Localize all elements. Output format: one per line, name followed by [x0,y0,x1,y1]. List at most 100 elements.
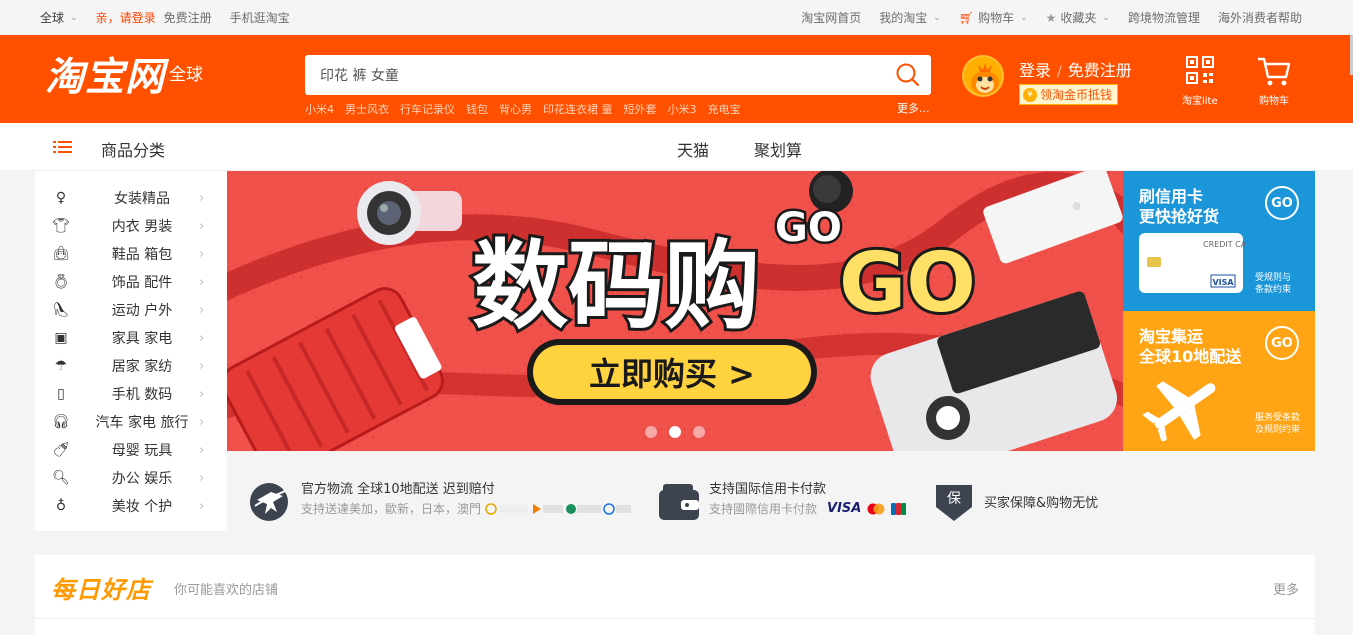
more-hot-words-link[interactable]: 更多... [897,100,930,116]
svg-text:数码购: 数码购 [472,230,760,342]
category-item-home[interactable]: ☂ 居家 家纺 › [35,352,227,380]
login-link[interactable]: 亲，请登录 [96,9,156,26]
carousel-dot-active[interactable] [669,426,681,438]
umbrella-icon: ☂ [54,358,68,374]
category-item-furniture[interactable]: ▣ 家具 家电 › [35,324,227,352]
service-strip: 官方物流 全球10地配送 迟到赔付 支持送達美加，歐新，日本，澳門 支持国际信用… [227,451,1315,531]
svg-text:VISA: VISA [1212,278,1234,287]
bottle-icon: 🍼︎ [52,442,70,458]
visa-logo: VISA [827,501,862,516]
help-link[interactable]: 海外消费者帮助 [1218,9,1302,26]
hot-word[interactable]: 行车记录仪 [400,101,455,117]
chevron-right-icon: › [199,330,205,346]
service-sub: 支持送達美加，歐新，日本，澳門 [301,501,633,517]
credit-card-promo[interactable]: 刷信用卡更快抢好货 GO CREDIT CARD VISA 受规则与条款约束 [1123,171,1315,311]
chevron-right-icon: › [199,302,205,318]
promo-note-line: 服务受条款 [1255,413,1301,423]
category-label: 母婴 玩具 [111,443,173,459]
avatar[interactable] [962,55,1004,97]
logo-text: 淘宝网 [45,54,166,100]
consolidation-promo[interactable]: 淘宝集运 全球10地配送 GO 服务受条款 及规则约束 [1123,311,1315,451]
chevron-down-icon: ⌄ [1020,12,1028,23]
header-cart-button[interactable]: 购物车 [1256,55,1292,107]
service-buyer-protection[interactable]: 保 买家保障&购物无忧 [932,483,1098,523]
logo-sub: 全球 [169,65,204,85]
logistics-link[interactable]: 跨境物流管理 [1128,9,1200,26]
search-input[interactable] [305,55,875,95]
airplane-icon [1142,381,1216,441]
svg-text:GO: GO [775,205,842,251]
hot-word[interactable]: 男士风衣 [345,101,389,117]
daily-shops-title: 每日好店 [51,576,151,604]
category-item-sports[interactable]: 👠︎ 运动 户外 › [35,296,227,324]
register-link[interactable]: 免费注册 [164,9,212,26]
category-label: 女装精品 [114,191,170,207]
hot-word[interactable]: 充电宝 [708,101,741,117]
hot-word[interactable]: 小米4 [305,101,334,117]
chevron-down-icon: ⌄ [933,12,941,23]
category-item-digital[interactable]: ▯ 手机 数码 › [35,380,227,408]
category-label: 汽车 家电 旅行 [95,415,189,431]
cart-label: 购物车 [978,11,1015,25]
carousel-dot[interactable] [693,426,705,438]
header-login-link[interactable]: 登录 [1019,61,1051,80]
category-item-shoes[interactable]: 👜︎ 鞋品 箱包 › [35,240,227,268]
category-item-baby[interactable]: 🍼︎ 母婴 玩具 › [35,436,227,464]
category-label: 家具 家电 [111,331,173,347]
svg-text:CREDIT CARD: CREDIT CARD [1203,240,1245,249]
category-item-office[interactable]: 🔍︎ 办公 娱乐 › [35,464,227,492]
coin-button[interactable]: ¥ 领淘金币抵钱 [1019,84,1119,105]
divider [35,618,1315,619]
hot-word[interactable]: 背心男 [499,101,532,117]
service-title: 官方物流 全球10地配送 迟到赔付 [301,482,495,497]
cart-link[interactable]: 🛒︎ 购物车 ⌄ [959,9,1028,26]
hot-word[interactable]: 钱包 [466,101,488,117]
service-sub-text: 支持國際信用卡付款 [709,502,818,516]
category-menu-title[interactable]: 商品分类 [101,137,165,161]
credit-card-icon: CREDIT CARD VISA [1139,233,1245,293]
promo-title-line: 更快抢好货 [1139,207,1220,226]
tab-juhuasuan[interactable]: 聚划算 [754,137,802,161]
category-item-auto[interactable]: 🎧︎ 汽车 家电 旅行 › [35,408,227,436]
hot-words: 小米4 男士风衣 行车记录仪 钱包 背心男 印花连衣裙 童 短外套 小米3 充电… [305,101,752,117]
category-item-beauty[interactable]: ♁ 美妆 个护 › [35,492,227,520]
chevron-right-icon: › [199,386,205,402]
go-badge: GO [1265,326,1299,360]
mobile-link[interactable]: 手机逛淘宝 [230,9,290,26]
search-icon[interactable] [895,62,921,88]
hot-word[interactable]: 印花连衣裙 童 [543,101,613,117]
header-cart-label: 购物车 [1259,96,1289,107]
category-item-accessories[interactable]: 💍︎ 饰品 配件 › [35,268,227,296]
coin-icon: ¥ [1023,87,1037,102]
magnifier-icon: 🔍︎ [52,470,70,486]
category-label: 内衣 男装 [111,219,173,235]
chevron-right-icon: › [199,190,205,206]
shield-icon: 保 [936,485,972,521]
plane-globe-icon [250,483,288,521]
favorites-link[interactable]: ★ 收藏夹 ⌄ [1046,9,1110,26]
header-register-link[interactable]: 免费注册 [1068,61,1132,80]
chevron-right-icon: › [199,414,205,430]
daily-shops-hint: 你可能喜欢的店铺 [174,583,279,598]
service-logistics[interactable]: 官方物流 全球10地配送 迟到赔付 支持送達美加，歐新，日本，澳門 [249,482,633,522]
promo-note-line: 及规则约束 [1255,425,1301,435]
region-selector[interactable]: 全球 ⌄ [40,9,78,26]
taobao-logo[interactable]: 淘宝网 全球 [45,55,203,99]
buy-now-button[interactable]: 立即购买 > [527,339,817,405]
promo-note: 服务受条款及规则约束 [1255,412,1300,436]
daily-shops-more-link[interactable]: 更多 [1273,579,1299,598]
home-link[interactable]: 淘宝网首页 [801,9,861,26]
hot-word[interactable]: 小米3 [668,101,697,117]
cart-icon [1258,57,1291,86]
category-item-underwear[interactable]: 👕︎ 内衣 男装 › [35,212,227,240]
taobao-lite-button[interactable]: 淘宝lite [1182,55,1218,107]
hot-word[interactable]: 短外套 [624,101,657,117]
main-banner[interactable]: 数码购 GO GO 立即购买 > [227,171,1123,451]
category-item-women[interactable]: ♀ 女装精品 › [35,184,227,212]
my-taobao-link[interactable]: 我的淘宝 ⌄ [879,9,941,26]
chevron-right-icon: › [199,498,205,514]
service-credit-card[interactable]: 支持国际信用卡付款 支持國際信用卡付款 VISA [657,482,909,522]
carousel-dot[interactable] [645,426,657,438]
main-header: 淘宝网 全球 小米4 男士风衣 行车记录仪 钱包 背心男 印花连衣裙 童 短外套… [0,35,1353,123]
tab-tmall[interactable]: 天猫 [677,137,709,161]
